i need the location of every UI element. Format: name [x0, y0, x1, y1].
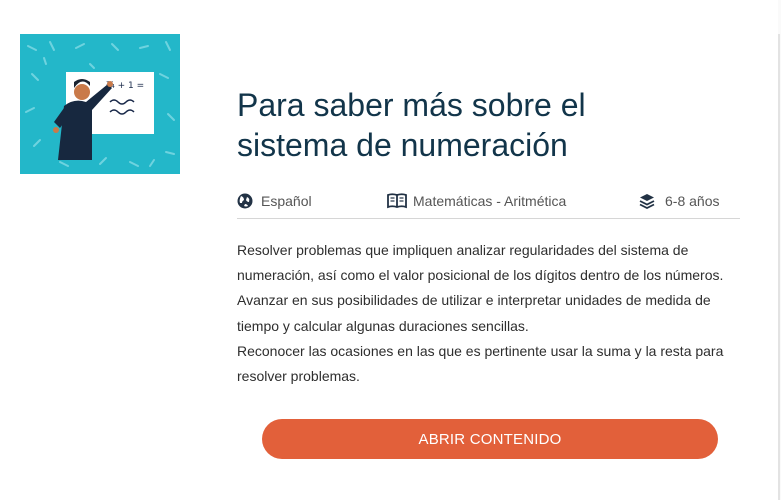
layers-icon [639, 193, 655, 209]
description-paragraph: Resolver problemas que impliquen analiza… [237, 242, 724, 284]
resource-meta-bar: Español Matemáticas - Aritmética 6-8 año… [237, 190, 740, 219]
subject-meta: Matemáticas - Aritmética [387, 193, 566, 209]
teacher-illustration: ¾ + 1 = [20, 34, 180, 174]
language-meta: Español [237, 193, 312, 209]
subject-label: Matemáticas - Aritmética [413, 193, 567, 209]
description-paragraph: Reconocer las ocasiones en las que es pe… [237, 342, 724, 385]
card-divider [778, 34, 780, 500]
age-label: 6-8 años [665, 193, 720, 209]
open-content-button[interactable]: ABRIR CONTENIDO [262, 419, 718, 459]
language-label: Español [261, 193, 312, 209]
resource-title: Para saber más sobre el sistema de numer… [237, 87, 586, 164]
book-icon [387, 193, 407, 209]
resource-description: Resolver problemas que impliquen analiza… [237, 238, 747, 389]
age-meta: 6-8 años [639, 193, 719, 209]
resource-card: ¾ + 1 = Para saber más sobre el sistema … [0, 0, 778, 500]
globe-icon [237, 193, 253, 209]
resource-thumbnail[interactable]: ¾ + 1 = [20, 34, 180, 174]
description-paragraph: Avanzar en sus posibilidades de utilizar… [237, 292, 711, 334]
